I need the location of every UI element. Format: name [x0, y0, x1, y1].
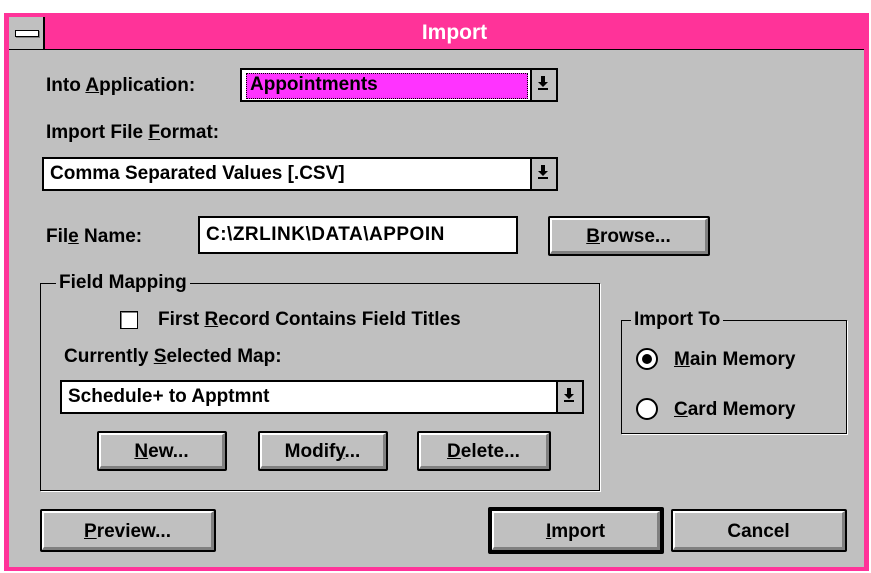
- import-button-label: Import: [492, 511, 660, 550]
- system-menu-button[interactable]: [9, 17, 45, 49]
- dropdown-button[interactable]: [530, 70, 556, 100]
- import-file-format-label: Import File Format:: [46, 122, 220, 143]
- main-memory-label[interactable]: Main Memory: [674, 349, 795, 371]
- import-to-legend: Import To: [631, 309, 724, 331]
- import-button[interactable]: Import: [488, 507, 664, 554]
- system-menu-icon: [15, 30, 39, 37]
- chevron-down-icon: [538, 165, 548, 179]
- selected-map-label: Currently Selected Map:: [64, 346, 282, 367]
- into-application-label: Into Application:: [46, 75, 196, 96]
- browse-button[interactable]: Browse...: [548, 216, 710, 256]
- first-record-checkbox-label[interactable]: First Record Contains Field Titles: [158, 309, 461, 331]
- modify-map-button[interactable]: Modify...: [258, 431, 388, 471]
- file-name-input[interactable]: C:\ZRLINK\DATA\APPOIN: [198, 216, 518, 254]
- card-memory-label[interactable]: Card Memory: [674, 399, 795, 421]
- delete-map-button-label: Delete...: [419, 433, 549, 469]
- preview-button[interactable]: Preview...: [40, 509, 216, 552]
- file-name-value: C:\ZRLINK\DATA\APPOIN: [206, 224, 445, 245]
- dropdown-button[interactable]: [530, 159, 556, 189]
- dropdown-button[interactable]: [556, 382, 582, 412]
- cancel-button-label: Cancel: [673, 511, 845, 550]
- import-file-format-combo[interactable]: Comma Separated Values [.CSV]: [42, 157, 558, 191]
- selected-map-value: Schedule+ to Apptmnt: [68, 386, 270, 407]
- chevron-down-icon: [538, 76, 548, 90]
- main-memory-radio[interactable]: [636, 348, 658, 370]
- selected-map-combo[interactable]: Schedule+ to Apptmnt: [60, 380, 584, 414]
- card-memory-radio[interactable]: [636, 398, 658, 420]
- first-record-checkbox[interactable]: [120, 311, 138, 329]
- file-name-label: File Name:: [46, 226, 143, 247]
- new-map-button[interactable]: New...: [97, 431, 227, 471]
- import-file-format-value: Comma Separated Values [.CSV]: [50, 163, 345, 184]
- delete-map-button[interactable]: Delete...: [417, 431, 551, 471]
- new-map-button-label: New...: [99, 433, 225, 469]
- preview-button-label: Preview...: [42, 511, 214, 550]
- window-title: Import: [421, 21, 488, 44]
- into-application-combo[interactable]: Appointments: [240, 68, 558, 102]
- into-application-value: Appointments: [250, 74, 378, 95]
- radio-selected-dot: [642, 354, 652, 364]
- cancel-button[interactable]: Cancel: [671, 509, 847, 552]
- modify-map-button-label: Modify...: [260, 433, 386, 469]
- field-mapping-legend: Field Mapping: [56, 272, 190, 294]
- chevron-down-icon: [564, 388, 574, 402]
- browse-button-label: Browse...: [550, 218, 708, 254]
